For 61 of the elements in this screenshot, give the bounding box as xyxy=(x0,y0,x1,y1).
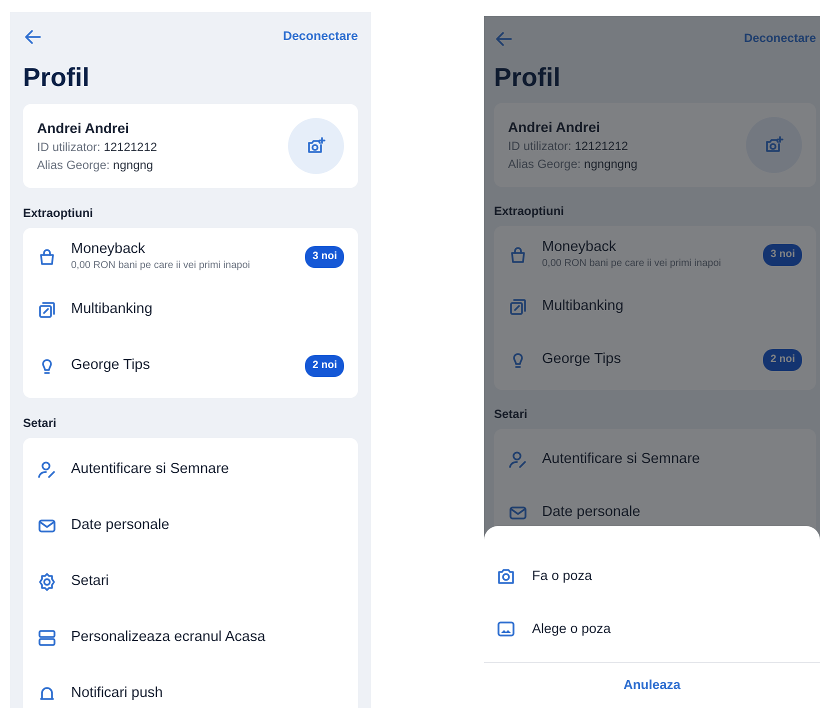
bag-icon xyxy=(508,245,528,266)
linked-cards-icon xyxy=(508,296,528,317)
menu-item-label: Moneyback xyxy=(71,240,146,258)
user-alias: Alias George: ngngng xyxy=(37,156,154,174)
menu-item[interactable]: Multibanking xyxy=(494,280,816,334)
menu-item[interactable]: Personalizeaza ecranul Acasa xyxy=(23,610,358,666)
menu-item[interactable]: Autentificare si Semnare xyxy=(494,433,816,486)
page-title: Profil xyxy=(494,62,562,94)
page-title: Profil xyxy=(23,62,90,94)
menu-item-label: Autentificare si Semnare xyxy=(71,461,230,479)
user-id: ID utilizator: 12121212 xyxy=(37,139,158,156)
camera-icon xyxy=(496,566,516,586)
sheet-option-label: Alege o poza xyxy=(532,620,611,638)
menu-item[interactable]: Moneyback 0,00 RON bani pe care ii vei primi inapoi 3 noi xyxy=(23,232,358,282)
new-count-badge: 2 noi xyxy=(763,348,802,371)
user-pen-icon xyxy=(37,460,57,480)
menu-item[interactable]: Moneyback 0,00 RON bani pe care ii vei primi inapoi 3 noi xyxy=(494,230,816,280)
menu-item[interactable]: George Tips 2 noi xyxy=(23,338,358,394)
sheet-option-label: Fa o poza xyxy=(532,566,592,585)
gear-icon xyxy=(37,572,57,592)
menu-item[interactable]: Multibanking xyxy=(23,282,358,338)
menu-item-label: Setari xyxy=(71,573,110,591)
section-title: Setari xyxy=(494,406,528,424)
back-button[interactable] xyxy=(494,29,512,47)
menu-item-label: Personalizeaza ecranul Acasa xyxy=(71,629,266,647)
user-alias: Alias George: ngngngng xyxy=(508,156,638,173)
menu-item-label: Date personale xyxy=(542,504,642,522)
menu-item-label: Autentificare si Semnare xyxy=(542,450,701,468)
image-icon xyxy=(496,619,516,639)
user-pen-icon xyxy=(508,450,528,470)
menu-item[interactable]: Autentificare si Semnare xyxy=(23,442,358,498)
new-count-badge: 3 noi xyxy=(763,244,802,266)
cancel-button[interactable]: Anuleaza xyxy=(623,662,681,708)
new-count-badge: 2 noi xyxy=(305,355,344,378)
menu-item-subtitle: 0,00 RON bani pe care ii vei primi inapoi xyxy=(71,259,251,274)
menu-item-label: George Tips xyxy=(71,357,151,375)
menu-item-label: Notificari push xyxy=(71,685,164,703)
section-title: Extraoptiuni xyxy=(494,203,566,220)
bag-icon xyxy=(37,247,57,268)
menu-item[interactable]: Date personale xyxy=(23,498,358,554)
user-name: Andrei Andrei xyxy=(37,119,130,138)
logout-link[interactable]: Deconectare xyxy=(282,26,358,46)
menu-item-subtitle: 0,00 RON bani pe care ii vei primi inapoi xyxy=(542,257,722,272)
user-name: Andrei Andrei xyxy=(508,118,602,138)
menu-item[interactable]: Notificari push xyxy=(23,666,358,708)
menu-item-label: Multibanking xyxy=(71,301,154,319)
menu-item[interactable]: Setari xyxy=(23,554,358,610)
layout-icon xyxy=(37,628,57,648)
section-title: Extraoptiuni xyxy=(23,205,94,222)
user-id: ID utilizator: 12121212 xyxy=(508,138,630,156)
linked-cards-icon xyxy=(37,300,57,320)
back-button[interactable] xyxy=(23,27,41,45)
menu-item-label: Multibanking xyxy=(542,298,624,316)
menu-item-label: George Tips xyxy=(542,350,622,368)
menu-item-label: Moneyback xyxy=(542,238,618,256)
menu-item[interactable]: George Tips 2 noi xyxy=(494,333,816,386)
sheet-option[interactable]: Alege o poza xyxy=(484,602,820,656)
sheet-option[interactable]: Fa o poza xyxy=(484,550,820,602)
section-title: Setari xyxy=(23,415,58,432)
menu-item-label: Date personale xyxy=(71,517,170,535)
new-count-badge: 3 noi xyxy=(305,246,344,268)
